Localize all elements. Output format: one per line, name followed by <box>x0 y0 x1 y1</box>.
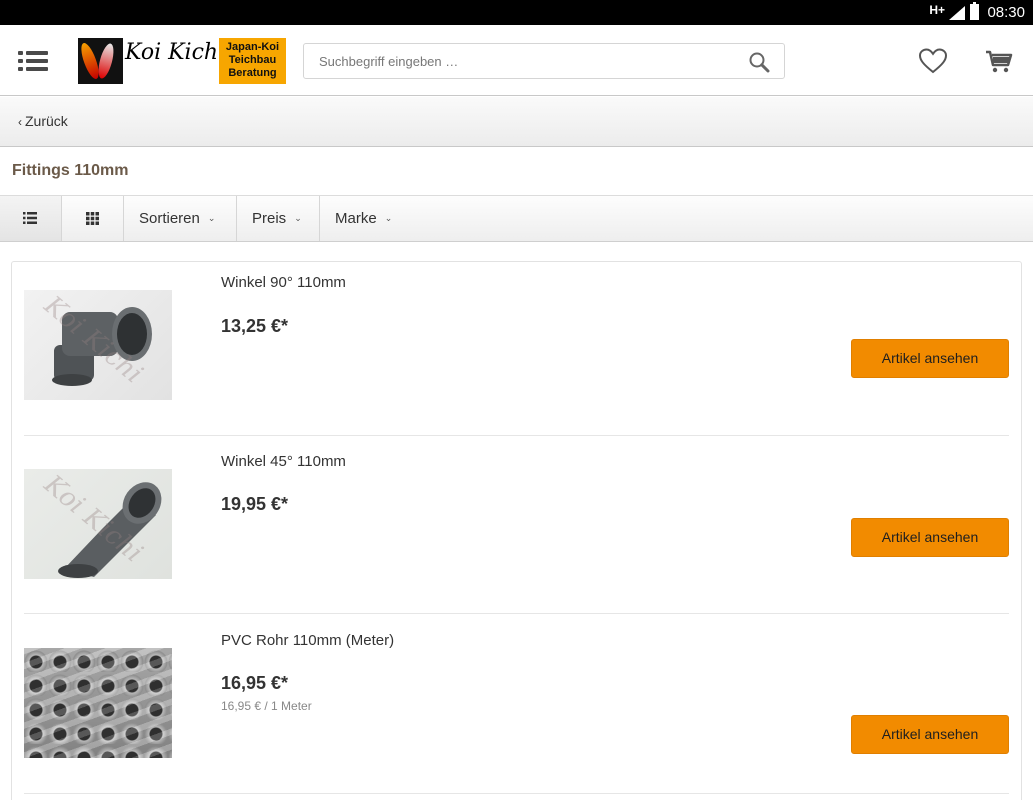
cart-icon[interactable] <box>984 47 1014 75</box>
grid-view-button[interactable] <box>62 196 124 241</box>
pvc-pipes-image <box>24 648 172 758</box>
price-filter-dropdown[interactable]: Preis ⌄ <box>237 196 320 241</box>
shop-logo[interactable]: Koi Kichi Japan-Koi Teichbau Beratung <box>78 38 286 84</box>
product-item: Koi Kichi Winkel 90° 110mm 13,25 €* Arti… <box>24 262 1009 436</box>
product-unit-price: 16,95 € / 1 Meter <box>221 699 312 713</box>
price-filter-label: Preis <box>252 210 287 227</box>
clock: 08:30 <box>987 4 1025 21</box>
brand-filter-dropdown[interactable]: Marke ⌄ <box>320 196 412 241</box>
logo-tagline: Japan-Koi Teichbau Beratung <box>219 38 286 84</box>
product-image[interactable]: Koi Kichi <box>24 469 172 579</box>
search-input[interactable] <box>304 44 744 78</box>
view-product-button[interactable]: Artikel ansehen <box>851 715 1009 754</box>
network-type: H+ <box>929 3 945 17</box>
search-icon[interactable] <box>748 51 770 73</box>
grid-view-icon <box>86 212 99 225</box>
app-header: Koi Kichi Japan-Koi Teichbau Beratung <box>0 25 1033 96</box>
back-button[interactable]: ‹ Zurück <box>18 113 68 129</box>
brand-filter-label: Marke <box>335 210 377 227</box>
heart-icon[interactable] <box>918 47 948 75</box>
list-view-icon <box>23 212 37 224</box>
product-price: 19,95 €* <box>221 494 289 514</box>
sort-dropdown[interactable]: Sortieren ⌄ <box>124 196 237 241</box>
product-price: 16,95 €* <box>221 673 289 693</box>
battery-icon <box>970 2 979 20</box>
sort-label: Sortieren <box>139 210 200 227</box>
search-box <box>303 43 785 79</box>
logo-brand: Koi Kichi <box>123 38 219 84</box>
product-item: PVC Rohr 110mm (Meter) 16,95 €* 16,95 € … <box>24 614 1009 794</box>
product-image[interactable]: Koi Kichi <box>24 290 172 400</box>
product-name[interactable]: Winkel 90° 110mm <box>221 274 346 291</box>
view-product-button[interactable]: Artikel ansehen <box>851 518 1009 557</box>
product-name[interactable]: PVC Rohr 110mm (Meter) <box>221 632 394 649</box>
list-view-button[interactable] <box>0 196 62 241</box>
page-title: Fittings 110mm <box>12 162 129 179</box>
product-image[interactable] <box>24 648 172 758</box>
product-name[interactable]: Winkel 45° 110mm <box>221 453 346 470</box>
koi-fish-image <box>78 38 123 84</box>
product-item: Koi Kichi Winkel 45° 110mm 19,95 €* Arti… <box>24 436 1009 614</box>
back-bar: ‹ Zurück <box>0 97 1033 147</box>
status-bar: H+ 08:30 <box>0 0 1033 25</box>
chevron-down-icon: ⌄ <box>294 213 302 223</box>
chevron-down-icon: ⌄ <box>384 213 393 223</box>
listing-toolbar: Sortieren ⌄ Preis ⌄ Marke ⌄ <box>0 195 1033 242</box>
product-list: Koi Kichi Winkel 90° 110mm 13,25 €* Arti… <box>11 261 1022 800</box>
product-price: 13,25 €* <box>221 316 289 336</box>
back-label: Zurück <box>25 113 68 129</box>
chevron-left-icon: ‹ <box>18 115 22 129</box>
menu-button[interactable] <box>18 49 48 73</box>
chevron-down-icon: ⌄ <box>207 213 216 223</box>
view-product-button[interactable]: Artikel ansehen <box>851 339 1009 378</box>
signal-icon <box>949 6 965 20</box>
